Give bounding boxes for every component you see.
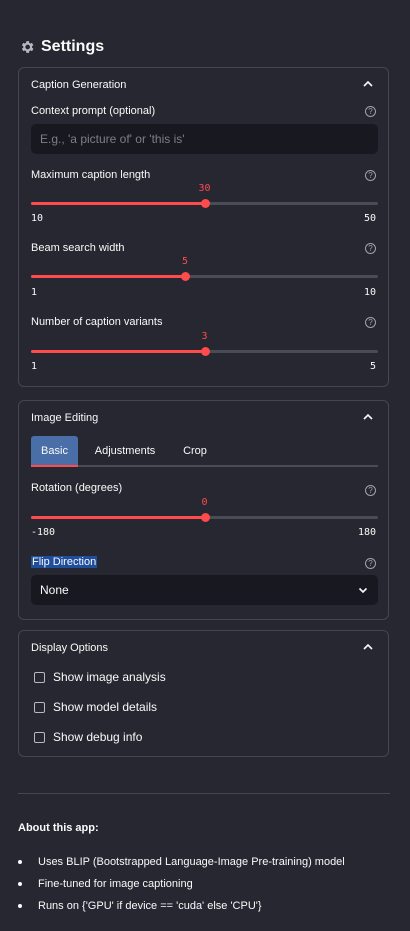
about-list: Uses BLIP (Bootstrapped Language-Image P…	[18, 851, 345, 917]
checkbox-label: Show image analysis	[53, 670, 166, 684]
tab-crop[interactable]: Crop	[177, 436, 213, 465]
list-item: Runs on {'GPU' if device == 'cuda' else …	[18, 895, 345, 917]
display-options-panel: Display Options Show image analysis Show…	[18, 630, 389, 757]
image-editing-heading[interactable]: Image Editing	[31, 412, 98, 424]
max-caption-length-slider[interactable]: 30	[31, 183, 378, 208]
context-prompt-field[interactable]	[31, 124, 378, 154]
beam-search-width-label: Beam search width	[31, 242, 125, 254]
tab-basic[interactable]: Basic	[31, 436, 78, 465]
show-debug-info-option[interactable]: Show debug info	[34, 730, 142, 744]
tab-divider	[31, 465, 378, 467]
list-item: Uses BLIP (Bootstrapped Language-Image P…	[18, 851, 345, 873]
slider-max: 50	[363, 213, 376, 224]
beam-search-width-slider[interactable]: 5	[31, 256, 378, 281]
editing-tabs: Basic Adjustments Crop	[31, 436, 378, 467]
checkbox-label: Show model details	[53, 700, 158, 714]
caption-variants-slider[interactable]: 3	[31, 331, 378, 356]
help-icon[interactable]: ?	[365, 170, 376, 181]
display-options-heading[interactable]: Display Options	[31, 642, 108, 654]
list-item: Fine-tuned for image captioning	[18, 873, 345, 895]
context-prompt-input[interactable]	[31, 124, 378, 154]
slider-max: 10	[363, 287, 376, 298]
slider-value: 0	[201, 497, 208, 508]
help-icon[interactable]: ?	[365, 106, 376, 117]
checkbox[interactable]	[34, 671, 45, 683]
caption-generation-heading[interactable]: Caption Generation	[31, 79, 126, 91]
caption-variants-label: Number of caption variants	[31, 316, 163, 328]
checkbox[interactable]	[34, 731, 45, 743]
slider-thumb[interactable]	[181, 272, 191, 281]
checkbox-label: Show debug info	[53, 730, 143, 744]
chevron-down-icon	[358, 587, 368, 594]
rotation-label: Rotation (degrees)	[31, 482, 123, 494]
flip-direction-value: None	[40, 583, 69, 597]
chevron-up-icon[interactable]	[362, 641, 374, 653]
slider-thumb[interactable]	[200, 199, 210, 208]
slider-max: 180	[357, 527, 376, 538]
page-title: Settings	[41, 38, 105, 55]
slider-value: 3	[201, 331, 208, 342]
caption-generation-panel: Caption Generation Context prompt (optio…	[18, 67, 389, 387]
help-icon[interactable]: ?	[365, 485, 376, 496]
help-icon[interactable]: ?	[365, 317, 376, 328]
slider-value: 5	[182, 256, 189, 267]
checkbox[interactable]	[34, 701, 45, 713]
slider-min: 10	[31, 213, 44, 224]
gear-icon	[21, 41, 34, 53]
image-editing-panel: Image Editing Basic Adjustments Crop Rot…	[18, 400, 389, 620]
about-title: About this app:	[18, 822, 99, 834]
help-icon[interactable]: ?	[365, 243, 376, 254]
slider-min: 1	[31, 287, 38, 298]
slider-thumb[interactable]	[200, 347, 210, 356]
slider-thumb[interactable]	[200, 513, 210, 522]
context-prompt-label: Context prompt (optional)	[31, 105, 156, 117]
slider-value: 30	[198, 183, 211, 194]
active-tab-indicator	[31, 465, 78, 467]
rotation-slider[interactable]: 0	[31, 497, 378, 522]
settings-header: Settings	[19, 36, 104, 58]
show-image-analysis-option[interactable]: Show image analysis	[34, 670, 166, 684]
chevron-up-icon[interactable]	[362, 411, 374, 423]
tab-adjustments[interactable]: Adjustments	[91, 436, 159, 465]
slider-min: -180	[31, 527, 56, 538]
bullet-icon	[18, 882, 22, 886]
flip-direction-select[interactable]: None	[31, 575, 378, 605]
slider-min: 1	[31, 361, 38, 372]
flip-direction-label: Flip Direction	[31, 556, 98, 568]
divider	[18, 793, 390, 794]
bullet-icon	[18, 904, 22, 908]
help-icon[interactable]: ?	[365, 558, 376, 569]
show-model-details-option[interactable]: Show model details	[34, 700, 157, 714]
bullet-icon	[18, 860, 22, 864]
slider-max: 5	[369, 361, 376, 372]
chevron-up-icon[interactable]	[362, 78, 374, 90]
max-caption-length-label: Maximum caption length	[31, 169, 151, 181]
